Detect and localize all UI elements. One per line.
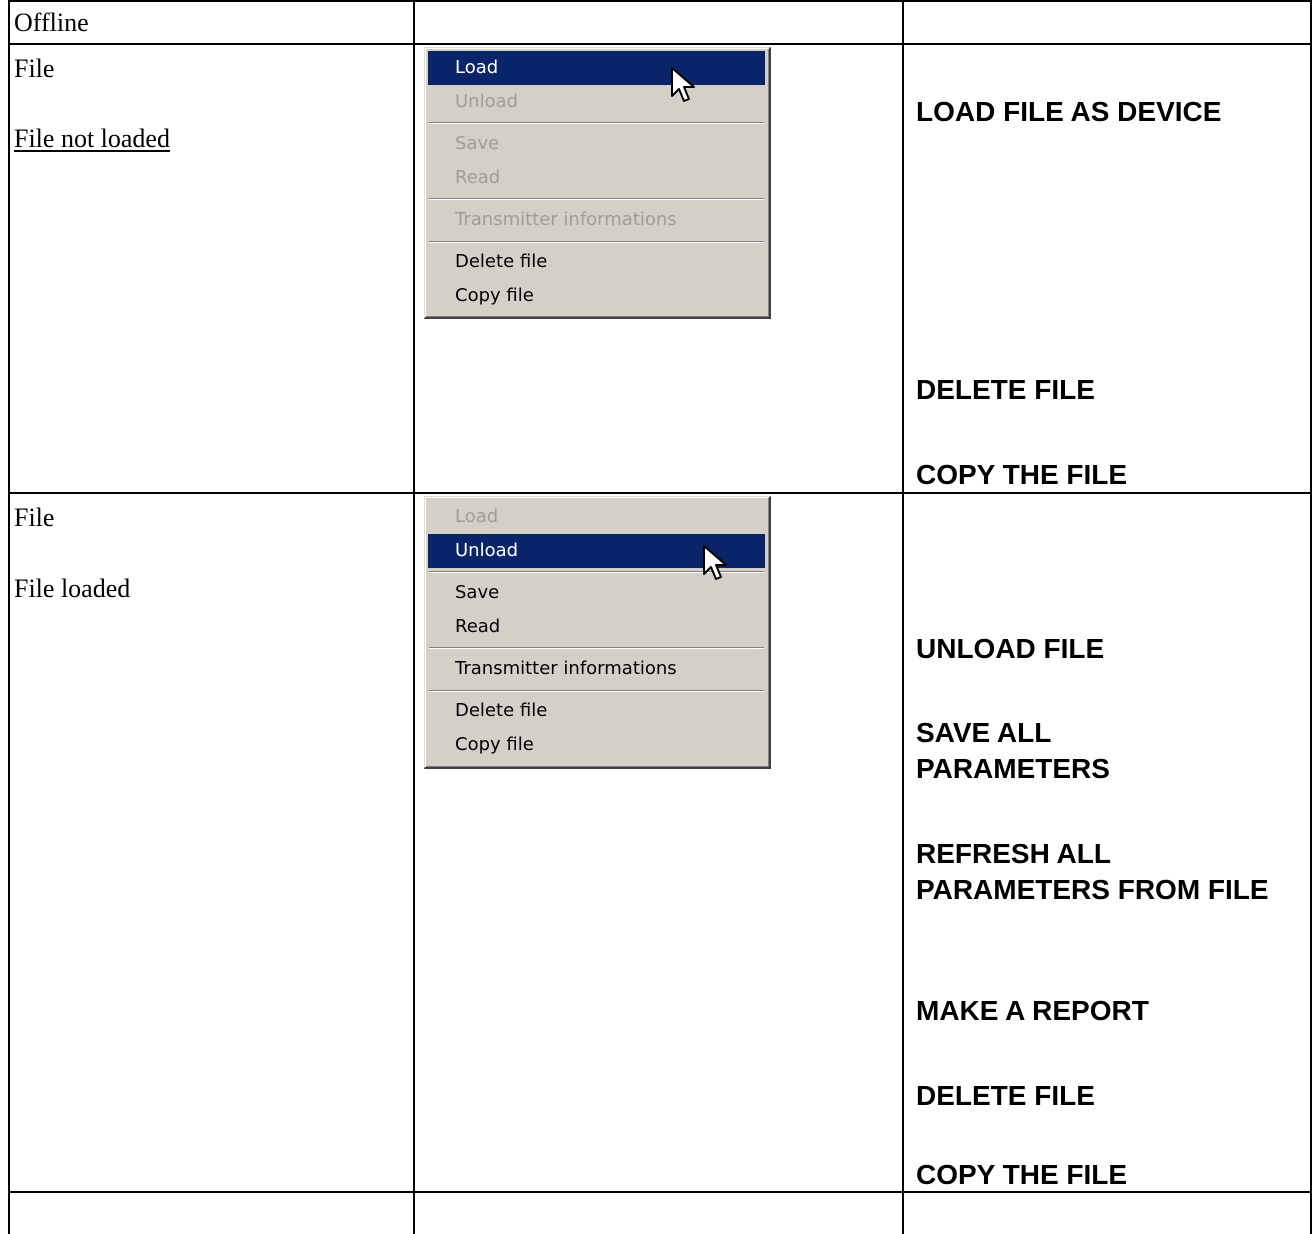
arrow-pointer-icon <box>671 67 695 102</box>
menu-item-copy-file[interactable]: Copy file <box>428 728 765 762</box>
menu-separator <box>429 690 764 692</box>
menu-separator <box>429 241 764 243</box>
menu-separator <box>429 647 764 649</box>
menu-item-copy-file[interactable]: Copy file <box>428 279 765 313</box>
header-offline: Offline <box>14 8 89 37</box>
menu-item-read[interactable]: Read <box>428 610 765 644</box>
row2-file-status: File loaded <box>14 574 131 603</box>
action-make-a-report: MAKE A REPORT <box>916 995 1149 1026</box>
table-border-left <box>8 0 10 1234</box>
row1-file-status: File not loaded <box>14 124 170 153</box>
action-load-file-as-device: LOAD FILE AS DEVICE <box>916 96 1222 127</box>
menu-item-load[interactable]: Load <box>428 500 765 534</box>
action-copy-the-file: COPY THE FILE <box>916 459 1128 490</box>
file-context-menu-loaded: Load Unload Save Read Transmitter inform… <box>424 496 771 769</box>
menu-item-delete-file[interactable]: Delete file <box>428 245 765 279</box>
action-unload-file: UNLOAD FILE <box>916 633 1105 664</box>
menu-separator <box>429 198 764 200</box>
table-border-top <box>8 0 1312 2</box>
row1-file-label: File <box>14 54 55 83</box>
menu-item-transmitter-informations[interactable]: Transmitter informations <box>428 652 765 686</box>
menu-item-read[interactable]: Read <box>428 161 765 195</box>
action-delete-file: DELETE FILE <box>916 1080 1095 1111</box>
table-border-row1 <box>8 43 1312 45</box>
action-copy-the-file: COPY THE FILE <box>916 1159 1128 1190</box>
menu-item-load[interactable]: Load <box>428 51 765 85</box>
table-border-col2 <box>413 0 415 1234</box>
row2-file-label: File <box>14 503 55 532</box>
menu-item-delete-file[interactable]: Delete file <box>428 694 765 728</box>
action-refresh-all-parameters: REFRESH ALL PARAMETERS FROM FILE <box>916 838 1269 905</box>
menu-item-transmitter-informations[interactable]: Transmitter informations <box>428 203 765 237</box>
table-border-col3 <box>902 0 904 1234</box>
menu-item-unload[interactable]: Unload <box>428 85 765 119</box>
menu-separator <box>429 122 764 124</box>
action-save-all-parameters: SAVE ALL PARAMETERS <box>916 717 1110 784</box>
arrow-pointer-icon <box>703 545 727 580</box>
file-context-menu-not-loaded: Load Unload Save Read Transmitter inform… <box>424 47 771 319</box>
action-delete-file: DELETE FILE <box>916 374 1095 405</box>
menu-item-save[interactable]: Save <box>428 127 765 161</box>
